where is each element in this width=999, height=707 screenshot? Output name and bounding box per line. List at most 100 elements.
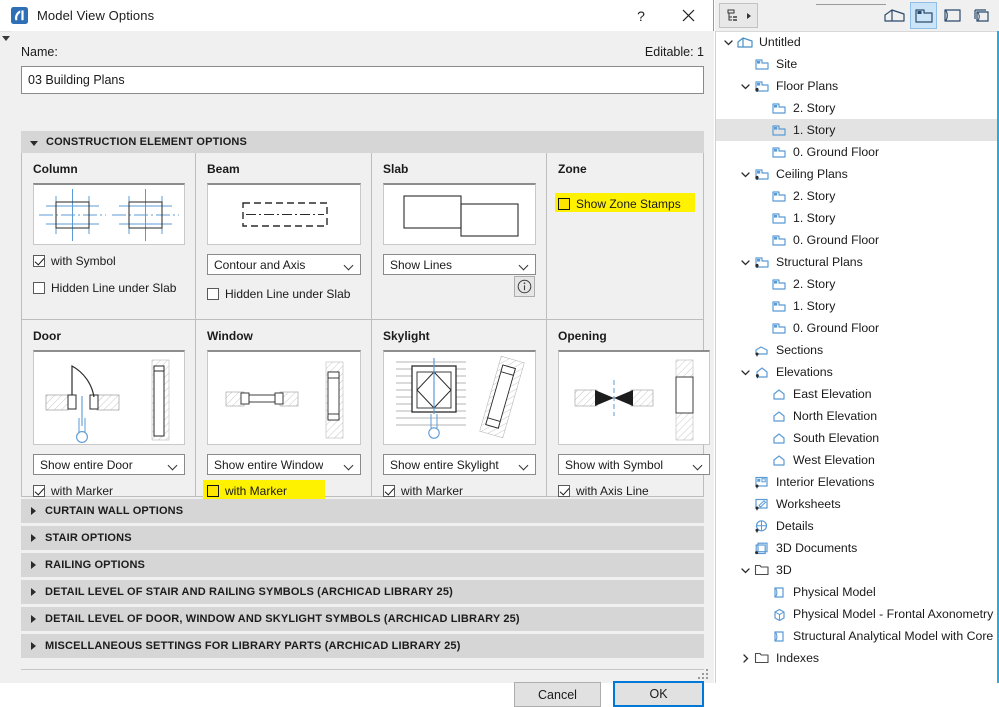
tree-item-2-story[interactable]: 2. Story — [716, 185, 997, 207]
layout-book-icon[interactable] — [939, 2, 966, 29]
project-map-icon[interactable] — [881, 2, 908, 29]
chevron-down-icon[interactable] — [739, 559, 752, 581]
tree-item-structural-plans[interactable]: Structural Plans — [716, 251, 997, 273]
accordion-detail-level-door-window-skylight[interactable]: DETAIL LEVEL OF DOOR, WINDOW AND SKYLIGH… — [21, 607, 704, 631]
checkbox-label: Hidden Line under Slab — [51, 281, 177, 295]
checkbox-icon[interactable] — [558, 198, 570, 210]
tree-item-untitled[interactable]: Untitled — [716, 31, 997, 53]
detail-icon — [752, 515, 772, 537]
check-door-with-marker[interactable]: with Marker — [33, 483, 195, 499]
publisher-sets-icon[interactable] — [968, 2, 995, 29]
checkbox-icon[interactable] — [558, 485, 570, 497]
construction-element-options-header[interactable]: CONSTRUCTION ELEMENT OPTIONS — [21, 131, 704, 153]
chevron-down-icon[interactable] — [739, 361, 752, 383]
accordion-miscellaneous-settings[interactable]: MISCELLANEOUS SETTINGS FOR LIBRARY PARTS… — [21, 634, 704, 658]
checkbox-icon[interactable] — [33, 282, 45, 294]
tree-item-floor-plans[interactable]: Floor Plans — [716, 75, 997, 97]
tree-item-3d-documents[interactable]: 3D Documents — [716, 537, 997, 559]
tree-item-interior-elevations[interactable]: Interior Elevations — [716, 471, 997, 493]
check-skylight-with-marker[interactable]: with Marker — [383, 483, 546, 499]
combo-value: Show entire Skylight — [390, 457, 499, 472]
tree-item-label: Sections — [776, 343, 824, 357]
tree-item-2-story[interactable]: 2. Story — [716, 97, 997, 119]
accordion-label: MISCELLANEOUS SETTINGS FOR LIBRARY PARTS… — [45, 640, 461, 652]
tree-item-label: Structural Plans — [776, 255, 863, 269]
resize-grip[interactable] — [698, 669, 709, 680]
tree-item-sections[interactable]: Sections — [716, 339, 997, 361]
tree-item-1-story[interactable]: 1. Story — [716, 207, 997, 229]
skylight-display-combo[interactable]: Show entire Skylight — [383, 454, 536, 475]
folder-icon — [752, 559, 772, 581]
check-with-symbol[interactable]: with Symbol — [33, 253, 195, 269]
beam-display-combo[interactable]: Contour and Axis — [207, 254, 361, 275]
slab-info-button[interactable] — [514, 276, 535, 297]
accordion-stair-options[interactable]: STAIR OPTIONS — [21, 526, 704, 550]
tree-item-details[interactable]: Details — [716, 515, 997, 537]
tree-item-physical-model-frontal-axonometry[interactable]: Physical Model - Frontal Axonometry — [716, 603, 997, 625]
check-hidden-line-under-slab-beam[interactable]: Hidden Line under Slab — [207, 286, 371, 302]
check-hidden-line-under-slab-column[interactable]: Hidden Line under Slab — [33, 280, 195, 296]
check-window-with-marker[interactable]: with Marker — [203, 480, 371, 499]
chevron-right-icon — [31, 561, 36, 569]
navigator-map-menu-button[interactable] — [719, 3, 758, 28]
tree-item-label: Elevations — [776, 365, 833, 379]
checkbox-label: Show Zone Stamps — [576, 197, 681, 211]
view-map-icon[interactable] — [910, 2, 937, 29]
ok-button[interactable]: OK — [613, 681, 704, 707]
twisty-placeholder — [756, 625, 769, 647]
tree-item-0-ground-floor[interactable]: 0. Ground Floor — [716, 229, 997, 251]
plan-icon — [769, 185, 789, 207]
name-input[interactable] — [21, 66, 704, 94]
tree-item-east-elevation[interactable]: East Elevation — [716, 383, 997, 405]
skylight-preview — [383, 350, 536, 445]
tree-item-structural-analytical-model-with-core[interactable]: Structural Analytical Model with Core — [716, 625, 997, 647]
chevron-down-icon — [520, 462, 528, 467]
tree-item-site[interactable]: Site — [716, 53, 997, 75]
chevron-down-icon[interactable] — [739, 251, 752, 273]
checkbox-icon[interactable] — [207, 288, 219, 300]
tree-item-worksheets[interactable]: Worksheets — [716, 493, 997, 515]
tree-item-north-elevation[interactable]: North Elevation — [716, 405, 997, 427]
chevron-down-icon — [345, 262, 353, 267]
tree-item-indexes[interactable]: Indexes — [716, 647, 997, 669]
tree-item-west-elevation[interactable]: West Elevation — [716, 449, 997, 471]
check-show-zone-stamps[interactable]: Show Zone Stamps — [555, 193, 703, 212]
help-button[interactable]: ? — [619, 0, 663, 31]
tree-item-0-ground-floor[interactable]: 0. Ground Floor — [716, 141, 997, 163]
chevron-right-icon[interactable] — [739, 647, 752, 669]
checkbox-icon[interactable] — [383, 485, 395, 497]
chevron-down-icon[interactable] — [739, 163, 752, 185]
check-opening-with-axis-line[interactable]: with Axis Line — [558, 483, 703, 499]
cancel-button[interactable]: Cancel — [514, 682, 601, 707]
tree-item-3d[interactable]: 3D — [716, 559, 997, 581]
tree-item-physical-model[interactable]: Physical Model — [716, 581, 997, 603]
help-label: ? — [637, 7, 645, 24]
slab-display-combo[interactable]: Show Lines — [383, 254, 536, 275]
close-button[interactable] — [663, 0, 713, 31]
window-display-combo[interactable]: Show entire Window — [207, 454, 361, 475]
opening-display-combo[interactable]: Show with Symbol — [558, 454, 710, 475]
accordion-detail-level-stair-railing[interactable]: DETAIL LEVEL OF STAIR AND RAILING SYMBOL… — [21, 580, 704, 604]
tree-item-ceiling-plans[interactable]: Ceiling Plans — [716, 163, 997, 185]
chevron-down-icon[interactable] — [722, 31, 735, 53]
checkbox-icon[interactable] — [207, 485, 219, 497]
tree-item-elevations[interactable]: Elevations — [716, 361, 997, 383]
accordion-railing-options[interactable]: RAILING OPTIONS — [21, 553, 704, 577]
tree-item-2-story[interactable]: 2. Story — [716, 273, 997, 295]
tree-item-1-story[interactable]: 1. Story — [716, 295, 997, 317]
accordion-curtain-wall-options[interactable]: CURTAIN WALL OPTIONS — [21, 499, 704, 523]
checkbox-icon[interactable] — [33, 255, 45, 267]
ok-label: OK — [649, 687, 668, 701]
twisty-placeholder — [756, 295, 769, 317]
tree-item-0-ground-floor[interactable]: 0. Ground Floor — [716, 317, 997, 339]
twisty-placeholder — [756, 405, 769, 427]
door-display-combo[interactable]: Show entire Door — [33, 454, 185, 475]
tree-item-1-story[interactable]: 1. Story — [716, 119, 997, 141]
worksheet-icon — [752, 493, 772, 515]
navigator-tree[interactable]: Untitled Site Floor Plans 2. Story 1. Story 0… — [716, 31, 997, 683]
accordion-label: DETAIL LEVEL OF DOOR, WINDOW AND SKYLIGH… — [45, 613, 520, 625]
checkbox-icon[interactable] — [33, 485, 45, 497]
tree-item-south-elevation[interactable]: South Elevation — [716, 427, 997, 449]
chevron-down-icon[interactable] — [739, 75, 752, 97]
panel-skylight: Skylight Show entire Skylight with Marke… — [372, 320, 547, 499]
